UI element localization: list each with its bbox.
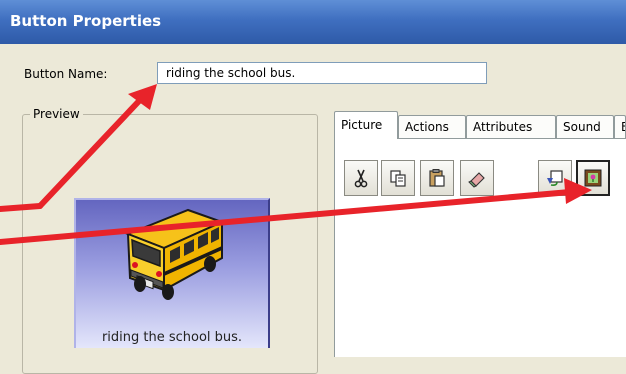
preview-button-tile: riding the school bus. — [74, 198, 270, 348]
window-title: Button Properties — [10, 12, 162, 30]
eraser-icon — [468, 172, 485, 188]
school-bus-image — [125, 208, 225, 300]
tab-sound[interactable]: Sound — [556, 115, 614, 138]
picture-frame-icon — [584, 169, 602, 187]
paste-icon — [429, 169, 445, 187]
preview-caption: riding the school bus. — [101, 330, 243, 345]
cut-button[interactable] — [344, 160, 378, 196]
tab-e[interactable]: E — [614, 115, 626, 138]
button-name-label: Button Name: — [24, 67, 108, 81]
copy-button[interactable] — [381, 160, 415, 196]
rotate-icon — [547, 170, 563, 186]
scissors-icon — [354, 169, 368, 188]
erase-button[interactable] — [460, 160, 494, 196]
tab-picture[interactable]: Picture — [334, 111, 398, 139]
picture-frame-button[interactable] — [576, 160, 610, 196]
preview-legend: Preview — [30, 107, 83, 121]
copy-icon — [390, 170, 406, 187]
paste-button[interactable] — [420, 160, 454, 196]
tab-attributes[interactable]: Attributes — [466, 115, 556, 138]
title-bar: Button Properties — [0, 0, 626, 44]
tab-actions[interactable]: Actions — [398, 115, 466, 138]
rotate-button[interactable] — [538, 160, 572, 196]
button-name-input[interactable]: riding the school bus. — [157, 62, 487, 84]
